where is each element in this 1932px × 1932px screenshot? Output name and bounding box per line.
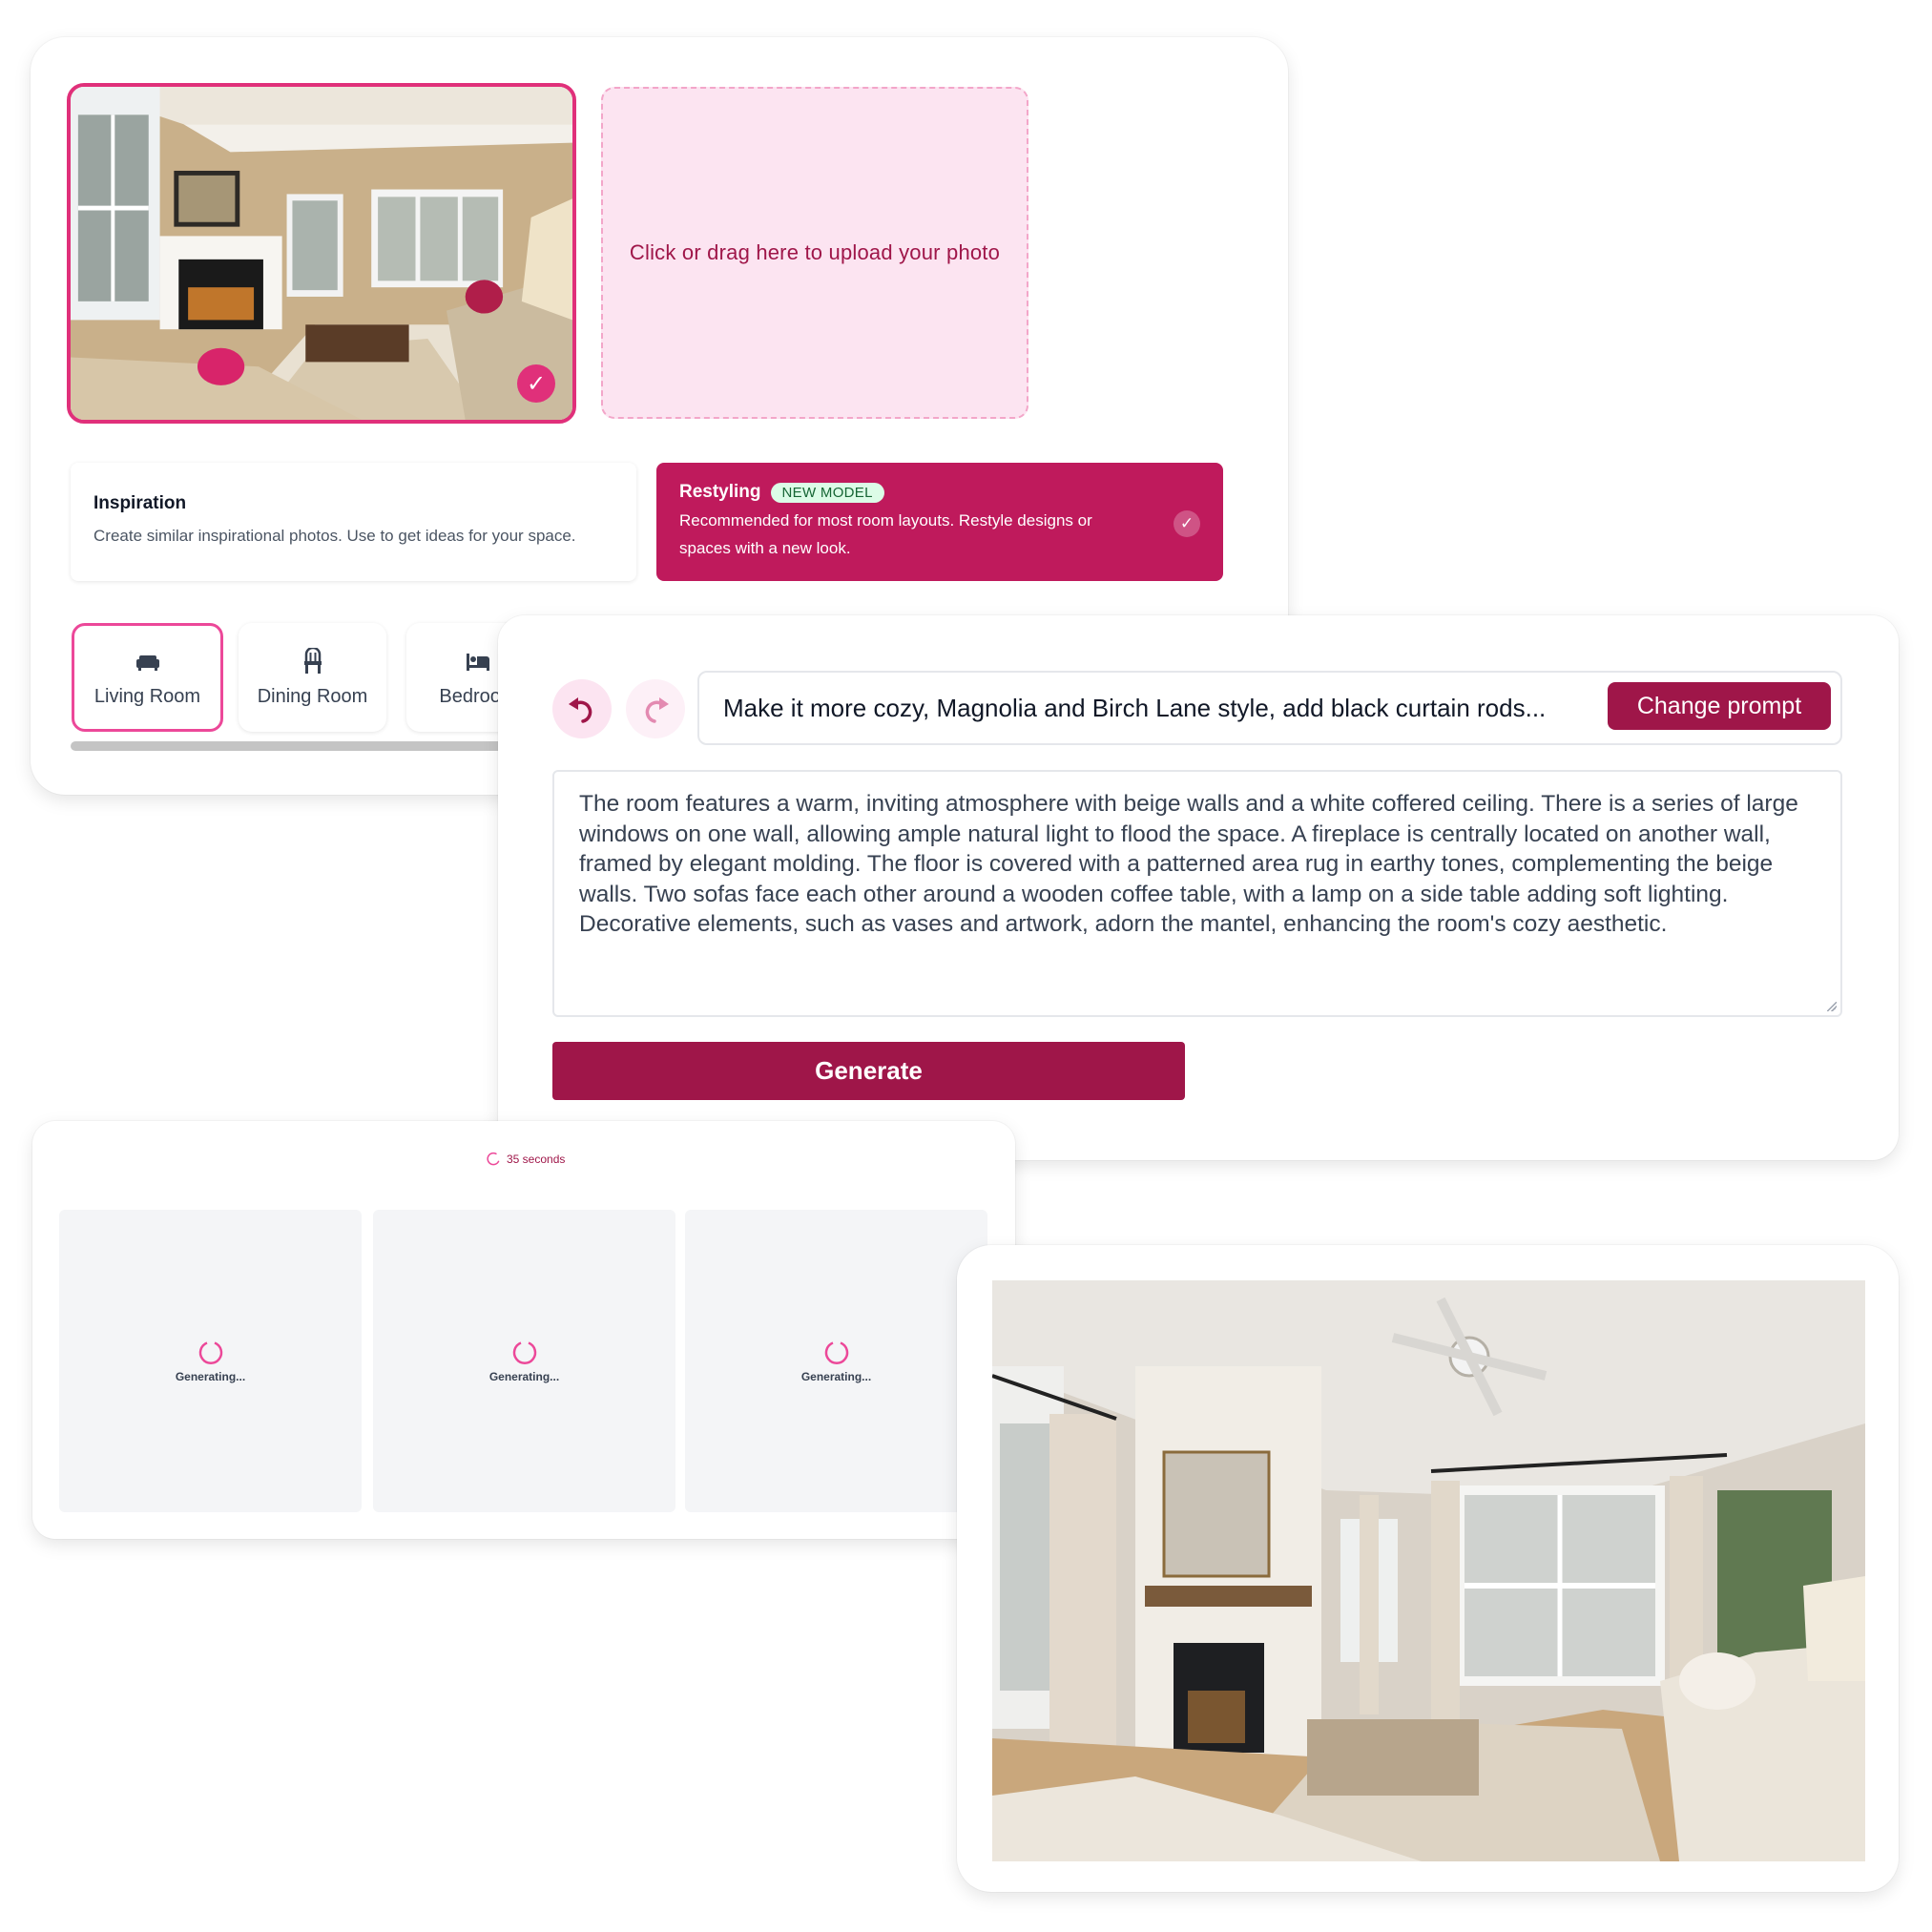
generating-panel: 35 seconds Generating... Generating... G… xyxy=(32,1121,1015,1539)
room-description-textarea[interactable]: The room features a warm, inviting atmos… xyxy=(552,770,1842,1017)
spinner-icon xyxy=(198,1340,222,1364)
tile-status: Generating... xyxy=(175,1369,246,1383)
chair-icon xyxy=(303,647,322,674)
upload-dropzone-label: Click or drag here to upload your photo xyxy=(629,240,1001,264)
undo-button[interactable] xyxy=(552,679,612,738)
room-tab-living-room[interactable]: Living Room xyxy=(72,623,223,732)
bed-icon xyxy=(467,653,489,671)
generating-tile: Generating... xyxy=(59,1210,362,1512)
sofa-icon xyxy=(135,654,159,671)
tile-status: Generating... xyxy=(488,1369,560,1383)
redo-button[interactable] xyxy=(626,679,685,738)
upload-dropzone[interactable]: Click or drag here to upload your photo xyxy=(601,87,1028,419)
change-prompt-button[interactable]: Change prompt xyxy=(1608,682,1831,730)
prompt-panel: Make it more cozy, Magnolia and Birch La… xyxy=(498,615,1899,1160)
mode-description: Create similar inspirational photos. Use… xyxy=(93,527,576,545)
result-panel xyxy=(957,1245,1899,1892)
result-image[interactable] xyxy=(992,1280,1865,1861)
new-model-badge: NEW MODEL xyxy=(770,482,884,503)
prompt-input-value: Make it more cozy, Magnolia and Birch La… xyxy=(723,693,1547,722)
prompt-input[interactable]: Make it more cozy, Magnolia and Birch La… xyxy=(697,671,1842,745)
original-room-image xyxy=(71,87,572,420)
generating-tile: Generating... xyxy=(685,1210,987,1512)
spinner-icon xyxy=(512,1340,536,1364)
mode-description: Recommended for most room layouts. Resty… xyxy=(679,511,1092,557)
check-icon: ✓ xyxy=(517,364,555,403)
generating-tile: Generating... xyxy=(373,1210,675,1512)
mode-option-restyling[interactable]: Restyling NEW MODEL Recommended for most… xyxy=(656,463,1223,581)
room-tab-dining-room[interactable]: Dining Room xyxy=(239,623,386,732)
mode-title: Inspiration xyxy=(93,493,187,513)
resize-handle[interactable] xyxy=(1827,1002,1837,1011)
room-tab-label: Dining Room xyxy=(257,685,368,707)
generation-timer: 35 seconds xyxy=(487,1152,565,1166)
timer-text: 35 seconds xyxy=(507,1152,566,1166)
mode-title: Restyling xyxy=(679,482,761,502)
spinner-icon xyxy=(824,1340,848,1364)
mode-title-row: Restyling NEW MODEL xyxy=(679,482,1200,503)
redo-icon xyxy=(645,697,669,723)
room-description-text: The room features a warm, inviting atmos… xyxy=(579,791,1798,937)
generate-button[interactable]: Generate xyxy=(552,1042,1185,1100)
restyled-room-image xyxy=(992,1280,1865,1861)
uploaded-photo[interactable]: ✓ xyxy=(67,83,576,424)
room-tab-label: Living Room xyxy=(93,685,201,707)
mode-option-inspiration[interactable]: Inspiration Create similar inspirational… xyxy=(71,463,636,581)
tile-status: Generating... xyxy=(800,1369,872,1383)
check-icon: ✓ xyxy=(1174,510,1200,537)
spinner-icon xyxy=(487,1152,500,1166)
undo-icon xyxy=(569,697,592,723)
